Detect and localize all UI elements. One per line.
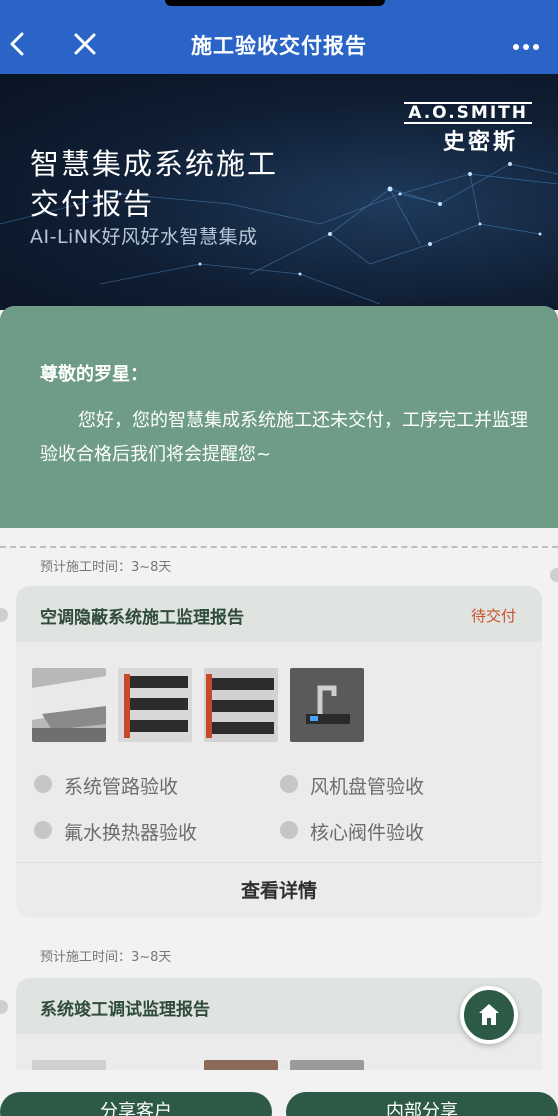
home-icon xyxy=(479,1004,499,1025)
check-label: 核心阀件验收 xyxy=(310,822,425,844)
report-card-header: 空调隐蔽系统施工监理报告 待交付 xyxy=(16,586,542,642)
greeting-message: 您好，您的智慧集成系统施工还未交付，工序完工并监理验收合格后我们将会提醒您~ xyxy=(40,410,528,465)
estimate-time: 预计施工时间：3~8天 xyxy=(40,560,172,575)
timeline-dot xyxy=(0,1000,8,1014)
hero-banner: A.O.SMITH 史密斯 智慧集成系统施工 交付报告 AI-LiNK好风好水智… xyxy=(0,74,558,310)
report-title: 系统竣工调试监理报告 xyxy=(40,1000,210,1020)
bottom-action-bar: 分享客户 内部分享 xyxy=(0,1070,558,1116)
status-badge: 待交付 xyxy=(470,607,516,625)
brand-logo-en: A.O.SMITH xyxy=(404,102,532,124)
report-title: 空调隐蔽系统施工监理报告 xyxy=(40,608,244,628)
greeting-card: 尊敬的罗星： 您好，您的智慧集成系统施工还未交付，工序完工并监理验收合格后我们将… xyxy=(0,306,558,528)
photo-thumbnail[interactable] xyxy=(32,668,106,742)
check-item: 风机盘管验收 xyxy=(280,772,425,799)
more-icon[interactable] xyxy=(512,38,540,50)
view-details-button[interactable]: 查看详情 xyxy=(16,862,542,918)
report-card: 空调隐蔽系统施工监理报告 待交付 系统管路验收 风机盘管验收 氟水换热器验收 核… xyxy=(16,586,542,918)
banner-title-line1: 智慧集成系统施工 xyxy=(30,147,279,181)
banner-subtitle: AI-LiNK好风好水智慧集成 xyxy=(30,226,258,248)
check-item: 氟水换热器验收 xyxy=(34,818,198,845)
photo-thumbnail[interactable] xyxy=(118,668,192,742)
check-dot xyxy=(280,821,298,839)
brand-logo-cn: 史密斯 xyxy=(442,130,518,155)
home-button[interactable] xyxy=(460,986,518,1044)
internal-share-button[interactable]: 内部分享 xyxy=(286,1092,558,1116)
check-dot xyxy=(34,821,52,839)
share-customer-button[interactable]: 分享客户 xyxy=(0,1092,272,1116)
check-label: 系统管路验收 xyxy=(64,776,179,798)
greeting-name: 尊敬的罗星： xyxy=(40,364,148,385)
photo-thumbnail[interactable] xyxy=(204,668,278,742)
check-item: 系统管路验收 xyxy=(34,772,179,799)
banner-title: 智慧集成系统施工 交付报告 xyxy=(30,144,330,224)
page-title: 施工验收交付报告 xyxy=(191,34,367,58)
device-notch xyxy=(165,0,385,6)
check-label: 风机盘管验收 xyxy=(310,776,425,798)
dashed-divider xyxy=(0,546,558,548)
estimate-time: 预计施工时间：3~8天 xyxy=(40,950,172,965)
banner-title-line2: 交付报告 xyxy=(30,187,155,221)
timeline-dot xyxy=(0,608,8,622)
check-label: 氟水换热器验收 xyxy=(64,822,198,844)
timeline-dot xyxy=(550,568,558,582)
check-dot xyxy=(280,775,298,793)
top-nav-bar: 施工验收交付报告 xyxy=(0,0,558,74)
check-item: 核心阀件验收 xyxy=(280,818,425,845)
check-dot xyxy=(34,775,52,793)
photo-thumbnail[interactable] xyxy=(290,668,364,742)
